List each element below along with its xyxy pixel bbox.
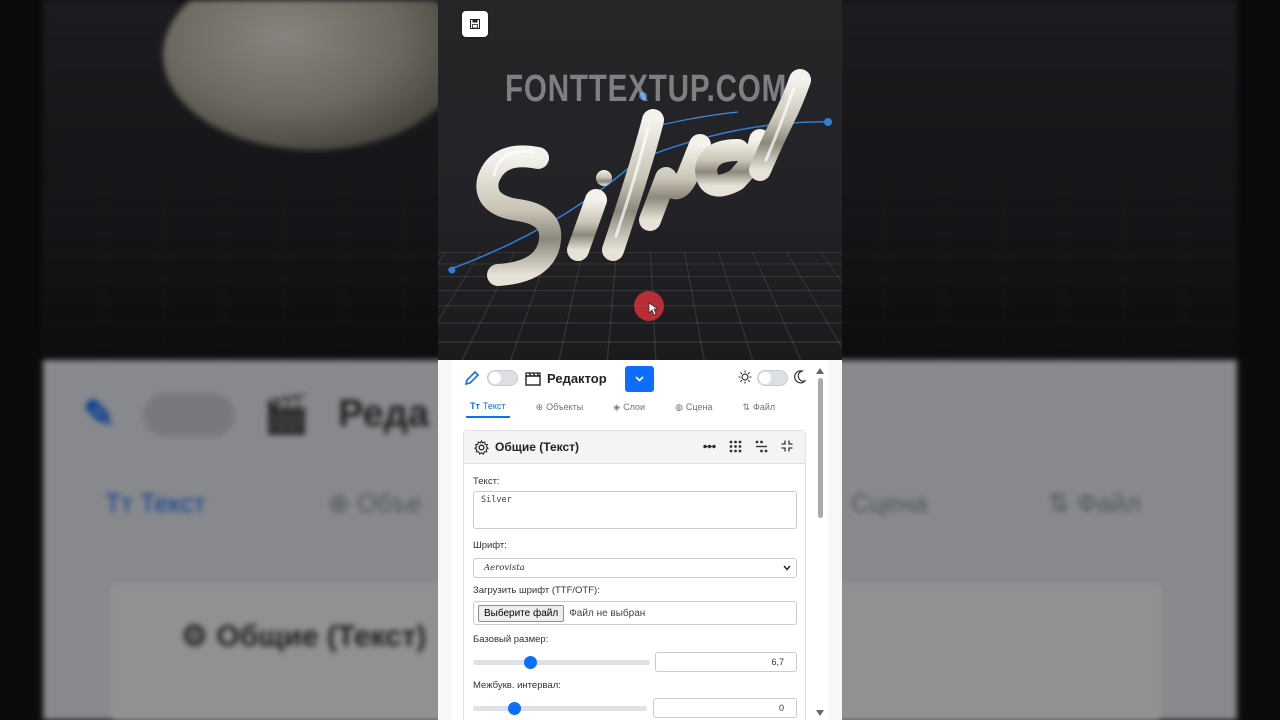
site-watermark: FONTTEXTUP.COM	[505, 68, 788, 110]
globe-icon: ◍	[675, 401, 683, 412]
curve-handle-left[interactable]	[448, 266, 456, 274]
letter-spacing-slider-thumb[interactable]	[508, 702, 521, 715]
bg-tab-file: Файл	[1077, 488, 1141, 518]
theme-toggle[interactable]	[757, 370, 788, 386]
scroll-up-icon[interactable]	[816, 368, 824, 374]
upload-font-label: Загрузить шрифт (TTF/OTF):	[473, 585, 600, 596]
font-label: Шрифт:	[473, 540, 507, 551]
bg-tab-objects: Объе	[357, 488, 422, 518]
save-button[interactable]	[462, 11, 488, 37]
text-input[interactable]: Silver	[473, 491, 797, 529]
bg-tab-scene: Сцена	[851, 488, 928, 518]
letter-spacing-label: Межбукв. интервал:	[473, 680, 561, 691]
card-header: Общие (Текст)	[464, 431, 805, 464]
scroll-down-icon[interactable]	[816, 710, 824, 716]
base-size-slider-thumb[interactable]	[524, 656, 537, 669]
rows-dots-icon[interactable]	[755, 440, 768, 453]
arrows-updown-icon: ⇅	[742, 401, 751, 412]
bg-card-title: Общие (Текст)	[216, 620, 427, 653]
pencil-icon	[464, 370, 480, 386]
tab-layers[interactable]: ◈ Слои	[609, 396, 649, 418]
floppy-icon	[470, 19, 480, 29]
gear-icon	[474, 439, 489, 455]
distribute-line-icon[interactable]	[703, 440, 716, 453]
card-title: Общие (Текст)	[495, 440, 580, 454]
text-label: Текст:	[473, 476, 500, 487]
sun-icon	[738, 370, 752, 384]
bg-title: Реда	[338, 393, 429, 435]
plus-circle-icon: ⊕	[535, 401, 544, 412]
tab-text[interactable]: Tт Текст	[466, 396, 510, 418]
file-status: Файл не выбран	[569, 607, 646, 619]
tab-file[interactable]: ⇅ Файл	[738, 396, 779, 418]
edit-mode-toggle[interactable]	[487, 370, 518, 386]
choose-file-button[interactable]: Выберите файл	[478, 604, 565, 622]
scrollbar-thumb[interactable]	[818, 378, 823, 518]
editor-title: Редактор	[547, 370, 607, 386]
base-size-input[interactable]: 6,7	[655, 652, 797, 672]
layers-icon: ◈	[613, 401, 621, 412]
base-size-label: Базовый размер:	[473, 634, 549, 645]
chevron-down-icon	[635, 376, 644, 382]
collapse-icon[interactable]	[781, 440, 793, 452]
letter-spacing-input[interactable]: 0	[653, 698, 797, 718]
editor-toolbar: Редактор	[452, 360, 818, 396]
bg-tab-text: Текст	[140, 488, 206, 518]
mouse-cursor-icon	[648, 302, 658, 316]
curve-handle-right[interactable]	[824, 118, 832, 126]
clapperboard-icon	[525, 371, 541, 386]
font-select[interactable]: Aerovista	[473, 558, 797, 578]
panel-scrollbar[interactable]	[814, 366, 826, 720]
3d-viewport[interactable]: FONTTEXTUP.COM	[438, 0, 842, 360]
general-text-card: Общие (Текст) Текст: Silver Шрифт: Aerov…	[463, 430, 806, 720]
grid-dots-icon[interactable]	[729, 440, 742, 453]
text-icon: Tт	[470, 401, 480, 411]
letter-spacing-slider[interactable]	[473, 702, 647, 715]
moon-icon	[794, 370, 806, 384]
app-window: FONTTEXTUP.COM Редактор Tт Текст ⊕ Объек…	[438, 0, 842, 720]
tab-scene[interactable]: ◍ Сцена	[671, 396, 716, 418]
mode-dropdown-button[interactable]	[625, 366, 654, 392]
tab-bar: Tт Текст ⊕ Объекты ◈ Слои ◍ Сцена ⇅ Файл	[452, 396, 818, 422]
font-file-input[interactable]: Выберите файл Файл не выбран	[473, 601, 797, 625]
tab-objects[interactable]: ⊕ Объекты	[532, 396, 588, 418]
base-size-slider[interactable]	[473, 656, 650, 669]
chevron-down-icon	[783, 565, 791, 571]
editor-panel: Редактор Tт Текст ⊕ Объекты ◈ Слои ◍ Сце…	[452, 360, 828, 720]
